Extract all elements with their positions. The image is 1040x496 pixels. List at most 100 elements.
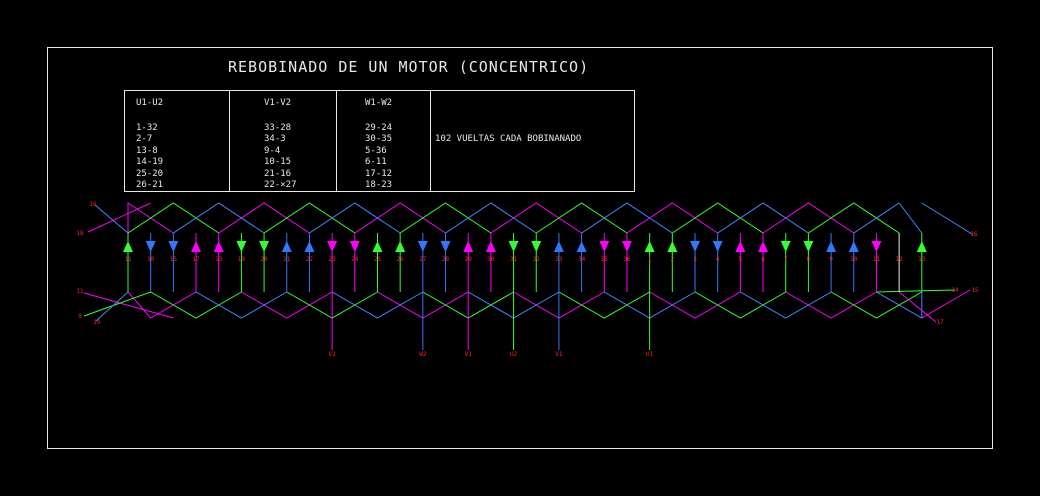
current-arrow-up	[758, 241, 769, 252]
end-connection-top	[263, 202, 356, 234]
end-connection-top	[218, 202, 310, 234]
slot-label: 9	[829, 256, 833, 263]
slot-label: 23	[329, 256, 337, 263]
slot-label: 29	[465, 256, 473, 263]
end-connection-top	[535, 202, 628, 234]
current-arrow-up	[123, 241, 133, 252]
slot-label: 3	[693, 256, 697, 263]
current-arrow-down	[440, 241, 451, 252]
current-arrow-up	[848, 241, 859, 252]
lead-line	[94, 204, 129, 234]
side-label: 17	[936, 319, 944, 326]
end-connection-top	[717, 202, 809, 234]
end-connection-bottom	[694, 291, 786, 319]
end-connection-top	[354, 202, 446, 234]
terminal-label: W2	[419, 351, 427, 358]
side-label: 14	[951, 287, 959, 294]
slot-label: 19	[238, 256, 246, 263]
slot-label: 30	[487, 256, 495, 263]
current-arrow-up	[191, 241, 202, 252]
slot-label: 31	[510, 256, 518, 263]
slot-label: 21	[283, 256, 291, 263]
slot-label: 32	[533, 256, 541, 263]
end-connection-bottom	[331, 291, 424, 319]
end-connection-bottom	[649, 291, 741, 319]
end-connection-bottom	[241, 291, 333, 319]
side-label: 9	[78, 313, 82, 320]
end-connection-bottom	[127, 291, 197, 319]
current-arrow-up	[735, 241, 746, 252]
end-connection-top	[309, 202, 401, 234]
current-arrow-down	[236, 241, 247, 252]
end-connection-top	[626, 202, 718, 234]
current-arrow-up	[576, 241, 587, 252]
end-connection-top	[581, 202, 673, 234]
terminal-label: U1	[646, 351, 654, 358]
side-label: 11	[76, 288, 84, 295]
end-connection-top	[853, 202, 923, 234]
end-connection-bottom	[195, 291, 288, 319]
terminal-label: V1	[555, 351, 563, 358]
lead-line	[876, 289, 956, 293]
current-arrow-down	[145, 241, 156, 252]
current-arrow-up	[304, 241, 315, 252]
slot-label: 35	[601, 256, 609, 263]
lead-line	[95, 291, 129, 322]
winding-diagram: 11 10 15 17 13 19 20 21 22 23 24 25 26 27 28 29 30 31 32 33…	[76, 201, 979, 358]
slot-label: 22	[306, 256, 314, 263]
slot-label: 11	[873, 256, 881, 263]
slot-label: 27	[419, 256, 427, 263]
slot-label: 7	[784, 256, 788, 263]
slot-label: 15	[170, 256, 178, 263]
current-arrow-down	[871, 241, 882, 252]
current-arrow-down	[780, 241, 791, 252]
slot-label: 10	[850, 256, 858, 263]
lead-line	[898, 291, 937, 323]
current-arrow-up	[395, 241, 406, 252]
current-arrow-up	[667, 241, 678, 252]
terminal-label: V2	[329, 351, 337, 358]
slot-label: 8	[807, 256, 811, 263]
slot-label: 28	[442, 256, 450, 263]
slot-label: 20	[260, 256, 268, 263]
current-arrow-down	[508, 241, 519, 252]
end-connection-top	[762, 202, 855, 234]
current-arrow-up	[281, 241, 292, 252]
end-connection-top	[672, 202, 764, 234]
slot-label: 10	[147, 256, 155, 263]
end-connection-bottom	[785, 291, 877, 319]
slot-label: 25	[374, 256, 382, 263]
lead-line	[921, 289, 971, 319]
current-arrow-down	[531, 241, 542, 252]
side-label: 18	[76, 230, 84, 237]
terminal-label: U2	[510, 351, 518, 358]
slot-label: 12	[896, 256, 904, 263]
side-label: 15	[971, 287, 979, 294]
current-arrow-up	[463, 241, 474, 252]
current-arrow-up	[826, 241, 837, 252]
current-arrow-down	[327, 241, 338, 252]
end-connection-bottom	[830, 291, 923, 319]
terminal-label: V1	[465, 351, 473, 358]
end-connection-top	[399, 202, 492, 234]
current-arrow-up	[485, 241, 496, 252]
current-arrow-down	[599, 241, 610, 252]
current-arrow-up	[916, 241, 927, 252]
end-connection-top	[173, 202, 265, 234]
current-arrow-down	[259, 241, 270, 252]
end-connection-top	[445, 202, 537, 234]
end-connection-top	[490, 202, 582, 234]
current-arrow-down	[417, 241, 428, 252]
current-arrow-down	[349, 241, 360, 252]
side-label: 16	[970, 231, 978, 238]
current-arrow-down	[690, 241, 700, 252]
slot-label: 33	[555, 256, 563, 263]
current-arrow-up	[372, 241, 383, 252]
slot-label: 36	[623, 256, 631, 263]
slot-label: 13	[215, 256, 223, 263]
current-arrow-down	[712, 241, 723, 252]
end-connection-bottom	[740, 291, 832, 319]
slot-label: 13	[918, 256, 926, 263]
current-arrow-down	[621, 241, 632, 252]
current-arrow-up	[553, 241, 564, 252]
